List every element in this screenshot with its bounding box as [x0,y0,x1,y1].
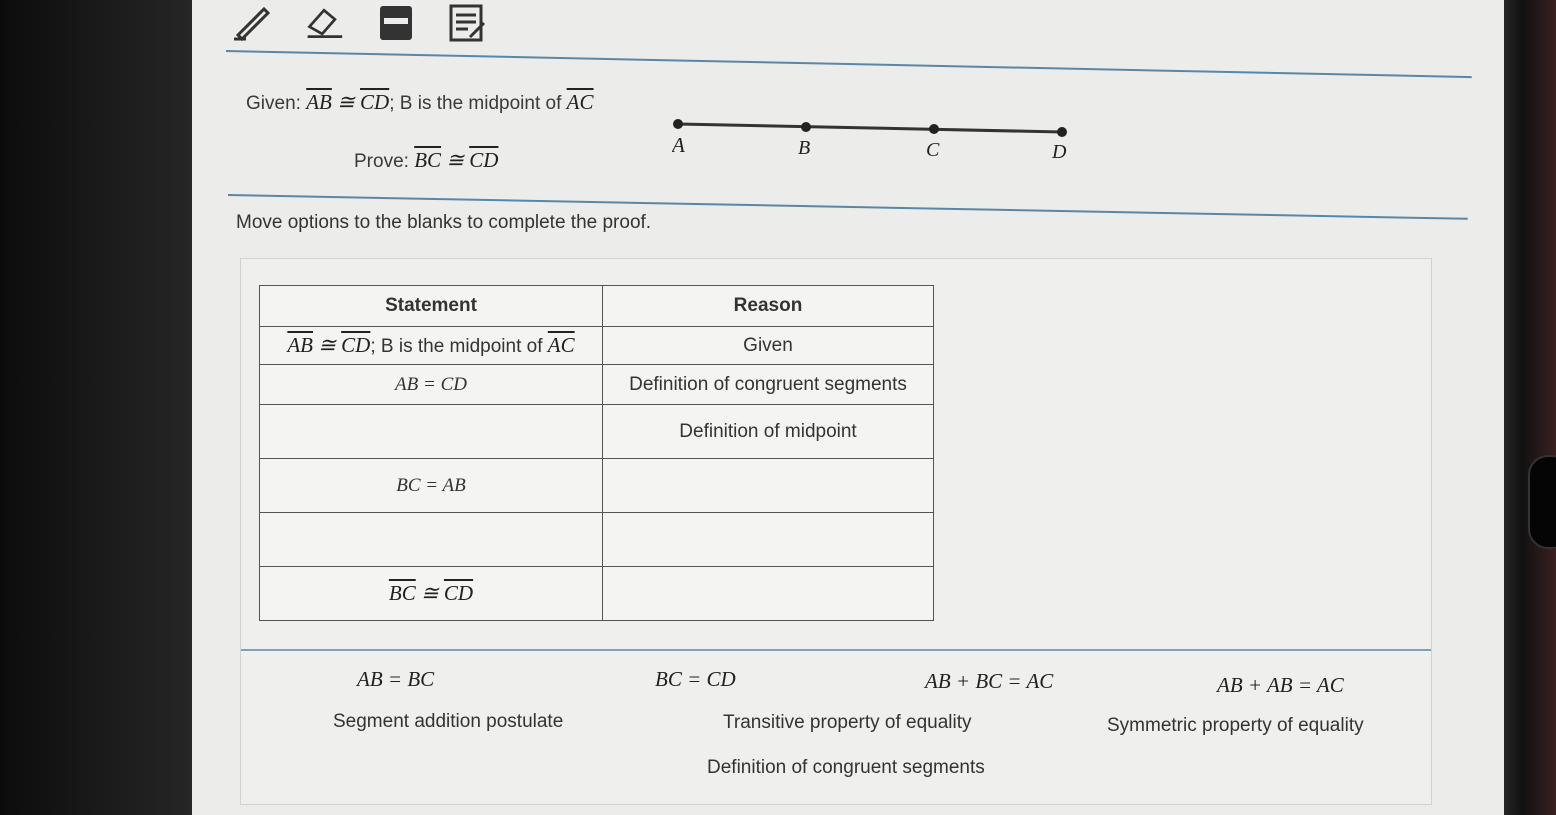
given-label: Given: [246,93,301,114]
table-row [259,512,934,567]
eraser-icon[interactable] [304,3,344,43]
congruent-symbol: ≅ [337,90,355,114]
given-segment-ab: AB [287,333,313,357]
reason-cell: Definition of midpoint [602,404,934,459]
instructions: Move options to the blanks to complete t… [236,212,652,233]
prove-statement: Prove: BC ≅ CD [354,148,498,173]
reason-cell: Given [602,326,934,365]
table-row: AB = CD Definition of congruent segments [259,364,934,405]
prove-segment-cd: CD [443,581,474,605]
congruent-symbol: ≅ [318,333,336,357]
point-a [673,119,683,129]
reason-blank[interactable] [602,512,934,567]
statement-blank[interactable] [259,404,603,459]
statement-header: Statement [259,285,603,327]
reason-cell: Definition of congruent segments [602,364,934,405]
label-c: C [926,139,940,160]
statement-cell: AB ≅ CD; B is the midpoint of AC [259,326,603,365]
screen: Given: AB ≅ CD; B is the midpoint of AC … [192,0,1504,815]
device-bezel-right [1500,0,1556,815]
segment-line [677,122,1063,134]
option-segment-addition[interactable]: Segment addition postulate [333,711,563,733]
given-segment-ac: AC [547,333,575,357]
statement-cell: BC = AB [259,458,603,513]
reason-blank[interactable] [602,458,934,513]
options-divider [241,649,1431,651]
option-transitive-property[interactable]: Transitive property of equality [723,712,972,734]
statement-blank[interactable] [259,512,603,567]
table-row: AB ≅ CD; B is the midpoint of AC Given [259,326,934,365]
pencil-icon[interactable] [232,3,272,43]
device-bezel-left [0,0,192,815]
option-def-congruent-segments[interactable]: Definition of congruent segments [707,757,985,779]
toolbar [232,0,488,46]
option-ab-plus-ab[interactable]: AB + AB = AC [1217,673,1344,698]
point-b [801,122,811,132]
statement-cell: BC ≅ CD [259,566,603,621]
table-header-row: Statement Reason [259,285,934,327]
option-ab-plus-bc[interactable]: AB + BC = AC [925,669,1053,694]
given-segment-ab: AB [306,90,332,114]
proof-table: Statement Reason AB ≅ CD; B is the midpo… [259,285,934,621]
prove-segment-cd: CD [469,148,499,172]
given-midpoint-text: ; B is the midpoint of [389,93,562,114]
reason-blank[interactable] [602,566,934,621]
table-row: BC ≅ CD [259,566,934,621]
statement-cell: AB = CD [259,364,603,405]
prove-label: Prove: [354,151,409,172]
given-segment-ac: AC [566,90,594,114]
device-camera [1528,455,1556,549]
prove-segment-bc: BC [388,581,416,605]
given-segment-cd: CD [360,90,390,114]
point-c [929,124,939,134]
given-midpoint-text: ; B is the midpoint of [370,336,543,357]
prove-segment-bc: BC [414,148,442,172]
notepad-icon[interactable] [448,3,488,43]
option-bc-equals-cd[interactable]: BC = CD [655,667,736,692]
option-ab-equals-bc[interactable]: AB = BC [357,667,434,692]
label-a: A [672,133,685,157]
given-statement: Given: AB ≅ CD; B is the midpoint of AC [246,90,594,115]
table-row: BC = AB [259,458,934,513]
label-b: B [798,137,810,159]
segment-diagram: A B C D [672,119,1067,160]
label-d: D [1051,141,1067,160]
option-symmetric-property[interactable]: Symmetric property of equality [1107,715,1364,737]
given-segment-cd: CD [341,333,371,357]
table-row: Definition of midpoint [259,404,934,459]
congruent-symbol: ≅ [421,581,439,605]
point-d [1057,127,1067,137]
congruent-symbol: ≅ [446,148,464,172]
top-divider [225,50,1472,79]
proof-panel: Statement Reason AB ≅ CD; B is the midpo… [240,258,1432,805]
reason-header: Reason [602,285,934,327]
calculator-icon[interactable] [376,3,416,43]
